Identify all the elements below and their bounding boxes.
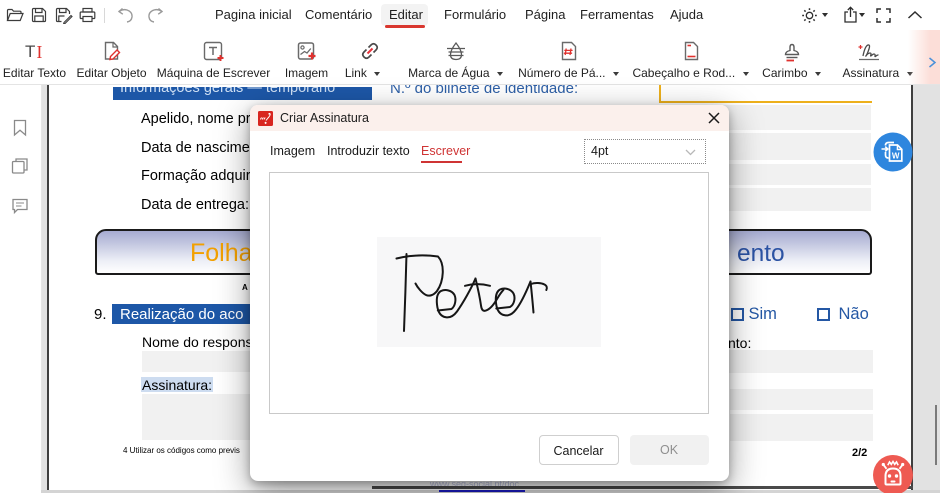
svg-text:W: W [892, 152, 900, 161]
svg-text:I: I [36, 42, 42, 62]
svg-text:T: T [25, 42, 35, 61]
